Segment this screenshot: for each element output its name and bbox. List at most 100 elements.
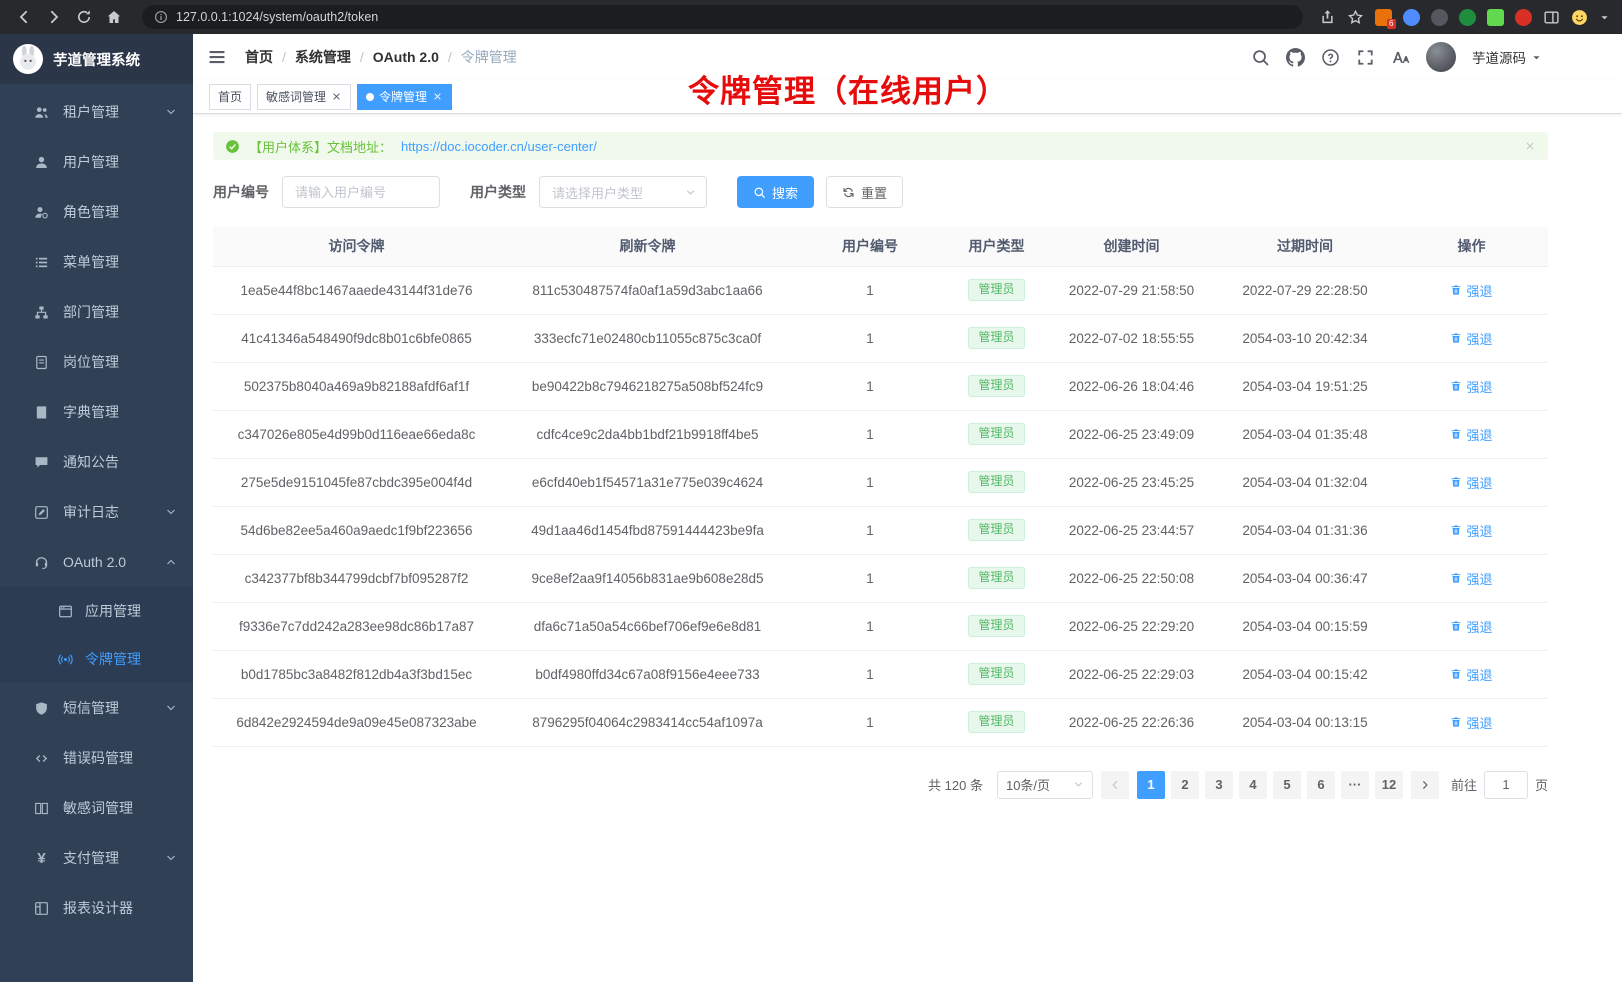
breadcrumb-item[interactable]: OAuth 2.0 (373, 49, 439, 65)
app-logo[interactable]: 芋道管理系统 (0, 34, 193, 84)
address-bar[interactable]: 127.0.0.1:1024/system/oauth2/token (142, 5, 1303, 29)
page-button-1[interactable]: 1 (1137, 771, 1165, 799)
page-button-12[interactable]: 12 (1375, 771, 1403, 799)
active-tab-dot (366, 93, 374, 101)
sidebar-item-dept[interactable]: 部门管理 (0, 287, 193, 337)
browser-forward-icon[interactable] (42, 5, 66, 29)
sidebar-item-post[interactable]: 岗位管理 (0, 337, 193, 387)
access-token-cell: 275e5de9151045fe87cbdc395e004f4d (213, 458, 500, 506)
sidebar-item-dict[interactable]: 字典管理 (0, 387, 193, 437)
share-icon[interactable] (1319, 9, 1336, 26)
goto-page-input[interactable] (1484, 771, 1528, 799)
page-button-6[interactable]: 6 (1307, 771, 1335, 799)
browser-home-icon[interactable] (102, 5, 126, 29)
force-logout-button[interactable]: 强退 (1450, 281, 1492, 300)
prev-page-button[interactable] (1101, 771, 1129, 799)
broadcast-icon (58, 652, 73, 667)
refresh-token-cell: 333ecfc71e02480cb11055c875c3ca0f (500, 314, 795, 362)
github-icon[interactable] (1286, 48, 1305, 67)
expire-time-cell: 2054-03-04 01:31:36 (1215, 506, 1395, 554)
breadcrumb-item[interactable]: 首页 (245, 47, 273, 67)
tab-home[interactable]: 首页 (209, 84, 251, 110)
force-logout-button[interactable]: 强退 (1450, 665, 1492, 684)
site-info-icon[interactable] (154, 10, 168, 24)
bookmark-star-icon[interactable] (1347, 9, 1364, 26)
sidebar-item-report[interactable]: 报表设计器 (0, 883, 193, 933)
user-id-cell: 1 (795, 458, 945, 506)
profile-caret-icon[interactable] (1599, 12, 1610, 23)
fullscreen-icon[interactable] (1356, 48, 1375, 67)
sidebar-item-sms[interactable]: 短信管理 (0, 683, 193, 733)
alert-close-icon[interactable] (1524, 140, 1536, 152)
page-button-5[interactable]: 5 (1273, 771, 1301, 799)
users-icon (34, 105, 49, 120)
extension-icon[interactable] (1403, 9, 1420, 26)
tab-sensitive-words[interactable]: 敏感词管理 (257, 84, 351, 110)
force-logout-button[interactable]: 强退 (1450, 569, 1492, 588)
sidebar-item-sensitive[interactable]: 敏感词管理 (0, 783, 193, 833)
reset-button[interactable]: 重置 (826, 176, 903, 208)
create-time-cell: 2022-06-25 22:29:20 (1048, 602, 1215, 650)
sidebar-item-role[interactable]: 角色管理 (0, 187, 193, 237)
access-token-cell: 502375b8040a469a9b82188afdf6af1f (213, 362, 500, 410)
chevron-right-icon (1419, 779, 1431, 791)
sidebar-item-tenant[interactable]: 租户管理 (0, 87, 193, 137)
browser-back-icon[interactable] (12, 5, 36, 29)
sidebar-item-oauth-token[interactable]: 令牌管理 (0, 635, 193, 683)
page-button-2[interactable]: 2 (1171, 771, 1199, 799)
sidebar-item-menu[interactable]: 菜单管理 (0, 237, 193, 287)
user-type-select[interactable]: 请选择用户类型 (539, 176, 707, 208)
search-icon[interactable] (1251, 48, 1270, 67)
split-view-icon[interactable] (1543, 9, 1560, 26)
sidebar-item-oauth[interactable]: OAuth 2.0 (0, 537, 193, 587)
search-button[interactable]: 搜索 (737, 176, 814, 208)
extension-icon[interactable] (1515, 9, 1532, 26)
user-id-cell: 1 (795, 314, 945, 362)
force-logout-button[interactable]: 强退 (1450, 329, 1492, 348)
create-time-cell: 2022-06-25 22:26:36 (1048, 698, 1215, 746)
force-logout-button[interactable]: 强退 (1450, 713, 1492, 732)
sidebar-item-errorcode[interactable]: 错误码管理 (0, 733, 193, 783)
force-logout-button[interactable]: 强退 (1450, 617, 1492, 636)
refresh-token-cell: b0df4980ffd34c67a08f9156e4eee733 (500, 650, 795, 698)
force-logout-button[interactable]: 强退 (1450, 521, 1492, 540)
sidebar-collapse-icon[interactable] (207, 47, 227, 67)
force-logout-button[interactable]: 强退 (1450, 425, 1492, 444)
close-tab-icon[interactable] (331, 91, 342, 102)
search-btn-icon (753, 186, 766, 199)
user-menu[interactable]: 芋道源码 (1472, 47, 1542, 67)
breadcrumb-item[interactable]: 系统管理 (295, 47, 351, 67)
user-id-input[interactable] (282, 176, 440, 208)
page-button-4[interactable]: 4 (1239, 771, 1267, 799)
refresh-token-cell: e6cfd40eb1f54571a31e775e039c4624 (500, 458, 795, 506)
trash-icon (1450, 380, 1462, 392)
extension-icon[interactable] (1431, 9, 1448, 26)
table-body: 1ea5e44f8bc1467aaede43144f31de76811c5304… (213, 266, 1548, 746)
close-tab-icon[interactable] (432, 91, 443, 102)
tab-token-manage[interactable]: 令牌管理 (357, 84, 452, 110)
page-button-3[interactable]: 3 (1205, 771, 1233, 799)
force-logout-button[interactable]: 强退 (1450, 377, 1492, 396)
table-row: 6d842e2924594de9a09e45e087323abe8796295f… (213, 698, 1548, 746)
user-avatar[interactable] (1426, 42, 1456, 72)
extension-icon[interactable]: 6 (1375, 9, 1392, 26)
user-id-cell: 1 (795, 410, 945, 458)
page-size-select[interactable]: 10条/页 (997, 771, 1093, 799)
chevron-down-icon (165, 702, 177, 714)
force-logout-button[interactable]: 强退 (1450, 473, 1492, 492)
sidebar-item-notice[interactable]: 通知公告 (0, 437, 193, 487)
extension-icon[interactable] (1487, 9, 1504, 26)
sidebar-item-oauth-app[interactable]: 应用管理 (0, 587, 193, 635)
sidebar-menu: 租户管理用户管理角色管理菜单管理部门管理岗位管理字典管理通知公告审计日志OAut… (0, 84, 193, 933)
font-size-icon[interactable] (1391, 48, 1410, 67)
profile-avatar-icon[interactable] (1571, 9, 1588, 26)
extension-icon[interactable] (1459, 9, 1476, 26)
page-button-···[interactable]: ··· (1341, 771, 1369, 799)
sidebar-item-audit[interactable]: 审计日志 (0, 487, 193, 537)
browser-reload-icon[interactable] (72, 5, 96, 29)
sidebar-item-user[interactable]: 用户管理 (0, 137, 193, 187)
help-icon[interactable] (1321, 48, 1340, 67)
doc-link[interactable]: https://doc.iocoder.cn/user-center/ (401, 139, 597, 154)
sidebar-item-pay[interactable]: ¥支付管理 (0, 833, 193, 883)
next-page-button[interactable] (1411, 771, 1439, 799)
